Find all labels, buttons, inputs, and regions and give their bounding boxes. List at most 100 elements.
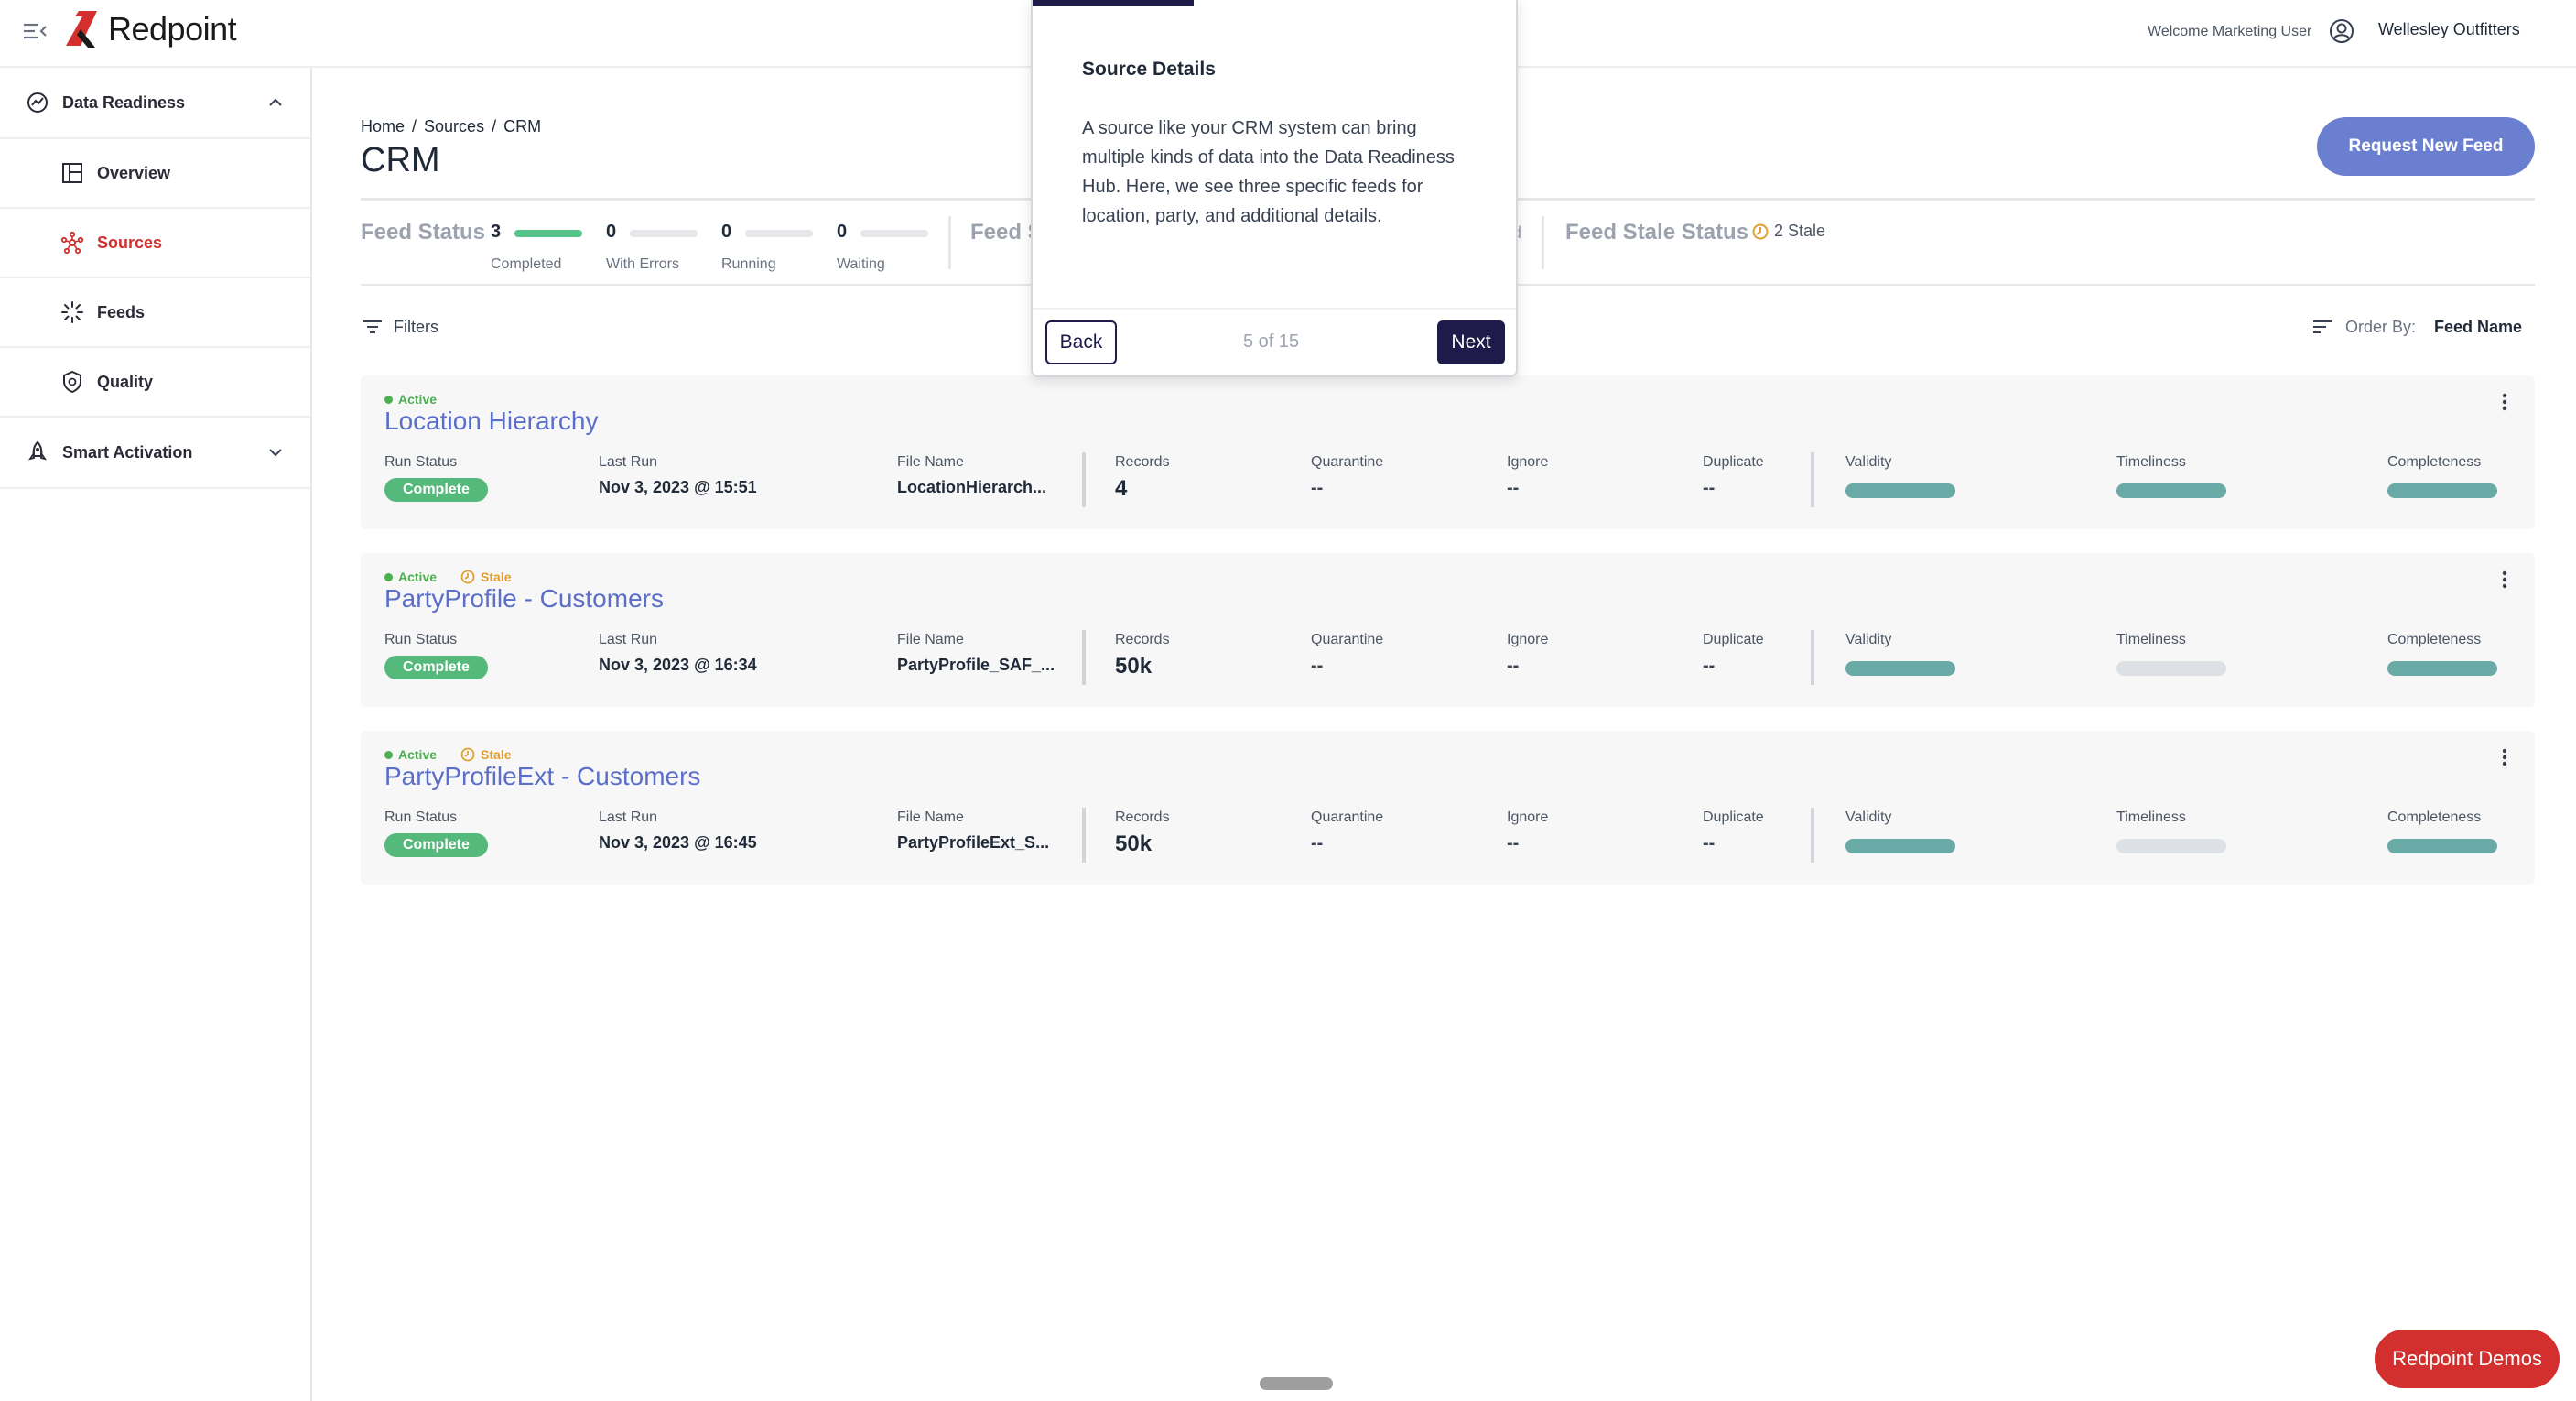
- field-label: Completeness: [2387, 632, 2482, 647]
- feed-badges: Active Stale: [384, 570, 512, 584]
- breadcrumb: Home / Sources / CRM: [361, 117, 541, 136]
- stale-count-badge: 2 Stale: [1752, 222, 1825, 241]
- user-account-icon[interactable]: [2329, 18, 2354, 44]
- sidebar-item-quality[interactable]: Quality: [0, 348, 310, 418]
- feed-status-title: Feed Status: [361, 220, 486, 244]
- sidebar-item-feeds[interactable]: Feeds: [0, 278, 310, 348]
- breadcrumb-sources[interactable]: Sources: [424, 117, 484, 136]
- sidebar-group-data-readiness[interactable]: Data Readiness: [0, 68, 310, 139]
- records-value: 50k: [1115, 831, 1153, 856]
- field-last-run: Last Run Nov 3, 2023 @ 16:45: [599, 809, 757, 853]
- scroll-handle[interactable]: [1260, 1377, 1333, 1390]
- metric-value: 3: [491, 222, 502, 242]
- status-dot: [384, 572, 393, 581]
- feed-card[interactable]: Active Stale PartyProfile - Customers Ru…: [361, 553, 2535, 707]
- field-quarantine: Quarantine --: [1311, 632, 1383, 677]
- filters-button[interactable]: Filters: [361, 315, 438, 339]
- active-label: Active: [398, 747, 438, 762]
- field-quarantine: Quarantine --: [1311, 454, 1383, 499]
- more-options-icon[interactable]: [2491, 566, 2518, 593]
- tour-title: Source Details: [1082, 59, 1216, 80]
- metric-with-errors: 0 With Errors: [606, 222, 698, 272]
- tour-step-counter: 5 of 15: [1243, 331, 1300, 352]
- organization-name[interactable]: Wellesley Outfitters: [2378, 20, 2520, 39]
- breadcrumb-current: CRM: [503, 117, 542, 136]
- stale-count-text: 2 Stale: [1774, 222, 1826, 240]
- ignore-value: --: [1507, 833, 1520, 853]
- field-label: Duplicate: [1703, 632, 1764, 647]
- sidebar-group-smart-activation[interactable]: Smart Activation: [0, 418, 310, 489]
- field-completeness: Completeness: [2387, 809, 2497, 853]
- records-value: 4: [1115, 476, 1128, 501]
- run-status-pill: Complete: [384, 656, 488, 679]
- field-label: Ignore: [1507, 809, 1549, 825]
- breadcrumb-home[interactable]: Home: [361, 117, 405, 136]
- feed-name-link[interactable]: PartyProfileExt - Customers: [384, 762, 700, 791]
- metric-value: 0: [837, 222, 848, 242]
- welcome-text: Welcome Marketing User: [2148, 24, 2312, 39]
- feed-badges: Active: [384, 392, 437, 407]
- breadcrumb-separator: /: [412, 117, 417, 136]
- redpoint-demos-button[interactable]: Redpoint Demos: [2375, 1330, 2560, 1388]
- order-by-select[interactable]: Feed Name: [2434, 318, 2522, 337]
- sidebar-group-label: Smart Activation: [62, 442, 193, 462]
- active-badge: Active: [384, 747, 437, 762]
- card-divider: [1811, 630, 1814, 685]
- sort-icon[interactable]: [2311, 315, 2334, 339]
- layout-icon: [62, 163, 82, 183]
- chevron-up-icon[interactable]: [266, 93, 285, 112]
- field-label: Last Run: [599, 632, 658, 647]
- sidebar-item-label: Quality: [97, 372, 154, 391]
- file-name-value: PartyProfileExt_S...: [897, 833, 1050, 852]
- file-name-value: LocationHierarch...: [897, 478, 1047, 496]
- run-status-pill: Complete: [384, 833, 488, 857]
- duplicate-value: --: [1703, 656, 1716, 676]
- quality-bar: [1845, 839, 1955, 853]
- request-new-feed-button[interactable]: Request New Feed: [2317, 117, 2535, 176]
- field-ignore: Ignore --: [1507, 454, 1548, 499]
- feed-name-link[interactable]: Location Hierarchy: [384, 407, 598, 436]
- field-timeliness: Timeliness: [2116, 632, 2226, 676]
- stale-clock-icon: [1752, 223, 1769, 239]
- sidebar-item-label: Feeds: [97, 302, 146, 321]
- quarantine-value: --: [1311, 656, 1324, 676]
- field-label: Validity: [1845, 809, 1892, 825]
- feed-card[interactable]: Active Stale PartyProfileExt - Customers…: [361, 731, 2535, 885]
- quality-bar: [2387, 483, 2497, 498]
- status-divider: [1542, 216, 1544, 269]
- quarantine-value: --: [1311, 833, 1324, 853]
- tour-progress-bar: [1033, 0, 1194, 6]
- field-file-name: File Name LocationHierarch...: [897, 454, 1046, 497]
- brand-logo[interactable]: Redpoint: [62, 9, 237, 49]
- field-run-status: Run Status Complete: [384, 809, 488, 857]
- metric-value: 0: [606, 222, 617, 242]
- order-by-control: Order By: Feed Name: [2311, 315, 2522, 339]
- feed-card[interactable]: Active Location Hierarchy Run Status Comp…: [361, 375, 2535, 529]
- file-name-value: PartyProfile_SAF_...: [897, 656, 1055, 674]
- tour-back-button[interactable]: Back: [1045, 320, 1117, 364]
- field-run-status: Run Status Complete: [384, 632, 488, 679]
- metric-label: With Errors: [606, 256, 679, 272]
- menu-collapse-icon[interactable]: [20, 16, 49, 46]
- field-records: Records 50k: [1115, 809, 1170, 857]
- sidebar-item-label: Sources: [97, 233, 163, 252]
- records-value: 50k: [1115, 654, 1153, 679]
- more-options-icon[interactable]: [2491, 388, 2518, 416]
- filters-label: Filters: [394, 317, 438, 336]
- field-timeliness: Timeliness: [2116, 809, 2226, 853]
- stale-clock-icon: [460, 570, 475, 584]
- sidebar-item-overview[interactable]: Overview: [0, 139, 310, 209]
- chevron-down-icon[interactable]: [266, 443, 285, 462]
- metric-bar: [630, 230, 698, 237]
- tour-divider: [1033, 308, 1516, 310]
- active-badge: Active: [384, 570, 437, 584]
- quality-bar: [1845, 661, 1955, 676]
- tour-next-button[interactable]: Next: [1437, 320, 1505, 364]
- metric-bar: [860, 230, 928, 237]
- more-options-icon[interactable]: [2491, 744, 2518, 771]
- feed-name-link[interactable]: PartyProfile - Customers: [384, 584, 664, 614]
- sidebar: Data Readiness Overview Sources Feeds Qu…: [0, 68, 312, 1401]
- sidebar-item-sources[interactable]: Sources: [0, 209, 310, 278]
- status-dot: [384, 750, 393, 759]
- stale-label: Stale: [481, 747, 512, 762]
